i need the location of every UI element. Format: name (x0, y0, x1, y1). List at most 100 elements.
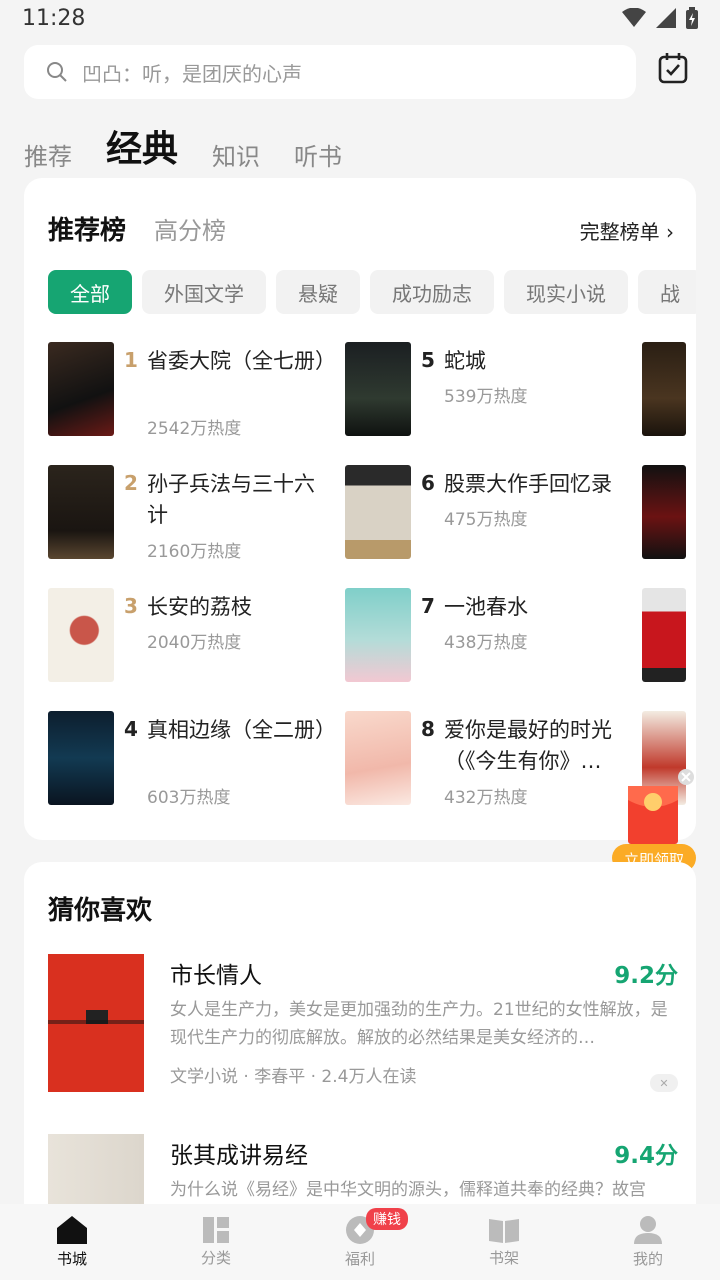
wifi-icon (622, 8, 646, 27)
book-meta: 文学小说 · 李春平 · 2.4万人在读 (170, 1067, 417, 1087)
book-title: 长安的荔枝 (147, 595, 252, 619)
book-heat: 603万热度 (147, 788, 231, 808)
red-packet-float[interactable]: 立即领取 (612, 768, 696, 874)
book-heat: 438万热度 (444, 633, 528, 653)
search-placeholder: 凹凸：听，是团厌的心声 (82, 61, 302, 86)
ranking-tab-recommend[interactable]: 推荐榜 (48, 210, 126, 247)
status-time: 11:28 (22, 5, 86, 31)
book-heat: 2040万热度 (147, 633, 242, 653)
nav-label: 我的 (632, 1249, 663, 1268)
nav-profile[interactable]: 我的 (576, 1204, 720, 1280)
nav-category[interactable]: 分类 (144, 1204, 288, 1280)
book-cover (48, 954, 144, 1092)
book-cover (48, 342, 114, 436)
ranking-book[interactable]: 5 蛇城 539万热度 (345, 342, 645, 438)
bottom-nav: 书城 分类 福利 赚钱 书架 我的 (0, 1204, 720, 1280)
book-cover (345, 588, 411, 682)
book-cover[interactable] (642, 465, 686, 559)
category-chips: 全部 外国文学 悬疑 成功励志 现实小说 战 (48, 270, 696, 314)
ranking-book[interactable]: 3 长安的荔枝 2040万热度 (48, 588, 348, 684)
rank-number: 5 (421, 348, 435, 372)
book-cover[interactable] (642, 342, 686, 436)
book-cover (345, 342, 411, 436)
rank-number: 2 (124, 471, 138, 495)
ranking-book[interactable]: 6 股票大作手回忆录 475万热度 (345, 465, 645, 561)
chip-realistic[interactable]: 现实小说 (504, 270, 628, 314)
book-cover (48, 588, 114, 682)
tab-recommend[interactable]: 推荐 (24, 137, 72, 172)
section-title: 猜你喜欢 (48, 896, 153, 926)
guess-you-like-card: 猜你喜欢 市长情人 9.2分 女人是生产力，美女是更加强劲的生产力。21世纪的女… (24, 862, 696, 1222)
tab-audiobook[interactable]: 听书 (294, 137, 342, 172)
book-cover (48, 465, 114, 559)
nav-label: 书城 (56, 1249, 87, 1268)
signal-icon (656, 8, 676, 28)
book-title: 爱你是最好的时光（《今生有你》… (444, 718, 612, 773)
book-heat: 475万热度 (444, 510, 528, 530)
chip-all[interactable]: 全部 (48, 270, 132, 314)
book-cover (345, 711, 411, 805)
nav-label: 福利 (344, 1249, 375, 1268)
nav-bookshelf[interactable]: 书架 (432, 1204, 576, 1280)
book-cover (48, 711, 114, 805)
book-heat: 2542万热度 (147, 419, 242, 439)
battery-icon (686, 7, 698, 29)
ranking-card: 推荐榜 高分榜 完整榜单 › 全部 外国文学 悬疑 成功励志 现实小说 战 1 … (24, 178, 696, 840)
rank-number: 1 (124, 348, 138, 372)
top-tabs: 推荐 经典 知识 听书 (24, 112, 342, 172)
rank-number: 3 (124, 594, 138, 618)
ranking-book[interactable]: 1 省委大院（全七册） 2542万热度 (48, 342, 348, 439)
tab-knowledge[interactable]: 知识 (212, 137, 260, 172)
nav-welfare[interactable]: 福利 赚钱 (288, 1204, 432, 1280)
ranking-header: 推荐榜 高分榜 (48, 210, 226, 247)
ranking-tab-high-score[interactable]: 高分榜 (154, 211, 226, 246)
calendar-check-icon[interactable] (658, 52, 688, 84)
search-row: 凹凸：听，是团厌的心声 (24, 44, 696, 100)
book-title: 一池春水 (444, 595, 528, 619)
rank-number: 4 (124, 717, 138, 741)
book-heat: 2160万热度 (147, 542, 242, 562)
chevron-right-icon: › (666, 220, 674, 244)
book-score: 9.2分 (614, 963, 678, 989)
book-cover[interactable] (642, 588, 686, 682)
book-heat: 432万热度 (444, 788, 528, 808)
grid-icon (203, 1216, 229, 1243)
ranking-book[interactable]: 2 孙子兵法与三十六计 2160万热度 (48, 465, 348, 562)
nav-bookstore[interactable]: 书城 (0, 1204, 144, 1280)
ranking-book[interactable]: 4 真相边缘（全二册） 603万热度 (48, 711, 348, 808)
book-cover (345, 465, 411, 559)
book-open-icon (489, 1218, 519, 1243)
full-list-link[interactable]: 完整榜单 › (580, 216, 674, 245)
book-title: 市长情人 (170, 963, 262, 989)
book-title: 股票大作手回忆录 (444, 472, 612, 496)
dismiss-icon[interactable]: ✕ (650, 1074, 678, 1092)
ranking-book[interactable]: 8 爱你是最好的时光（《今生有你》… 432万热度 (345, 711, 645, 808)
book-title: 蛇城 (444, 349, 486, 373)
rank-number: 8 (421, 717, 435, 741)
book-title: 真相边缘（全二册） (147, 718, 327, 742)
ranking-book[interactable]: 7 一池春水 438万热度 (345, 588, 645, 684)
rank-number: 7 (421, 594, 435, 618)
home-icon (57, 1215, 87, 1244)
tab-classic[interactable]: 经典 (106, 120, 178, 172)
recommend-item[interactable]: 市长情人 9.2分 女人是生产力，美女是更加强劲的生产力。21世纪的女性解放，是… (48, 954, 678, 1094)
status-bar: 11:28 (0, 0, 720, 36)
status-icons (622, 7, 698, 29)
search-input[interactable]: 凹凸：听，是团厌的心声 (24, 45, 636, 99)
nav-label: 书架 (488, 1248, 519, 1267)
book-title: 孙子兵法与三十六计 (147, 472, 315, 527)
chip-war[interactable]: 战 (638, 270, 696, 314)
book-heat: 539万热度 (444, 387, 528, 407)
chip-foreign-lit[interactable]: 外国文学 (142, 270, 266, 314)
user-icon (634, 1215, 662, 1244)
chip-success[interactable]: 成功励志 (370, 270, 494, 314)
rank-number: 6 (421, 471, 435, 495)
book-title: 省委大院（全七册） (147, 349, 327, 373)
book-description: 为什么说《易经》是中华文明的源头，儒释道共奉的经典？故宫 (170, 1180, 646, 1200)
earn-badge: 赚钱 (366, 1208, 408, 1230)
nav-label: 分类 (200, 1248, 231, 1267)
book-score: 9.4分 (614, 1143, 678, 1169)
chip-suspense[interactable]: 悬疑 (276, 270, 360, 314)
full-list-label: 完整榜单 (579, 220, 660, 244)
search-icon (47, 62, 67, 82)
